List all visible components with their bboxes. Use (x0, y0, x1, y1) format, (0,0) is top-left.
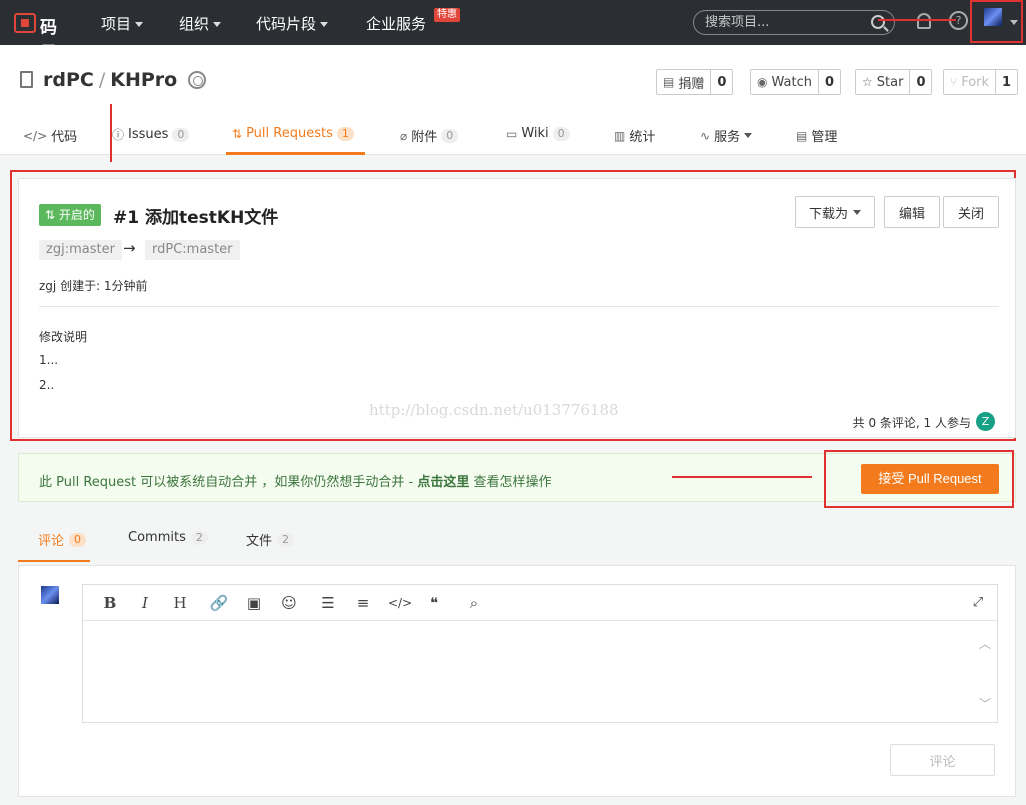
close-pr-button[interactable]: 关闭 (943, 196, 999, 228)
ordered-list-icon[interactable]: ≡ (352, 593, 374, 613)
comment-section: B I H 🔗 ▣ ☺ ☰ ≡ </> ❝ ⌕ ⤢ ︿ ﹀ 评论 (18, 565, 1016, 797)
repo-name-link[interactable]: KHPro (110, 69, 177, 91)
download-button[interactable]: 下载为 (795, 196, 875, 228)
markdown-editor: B I H 🔗 ▣ ☺ ☰ ≡ </> ❝ ⌕ ⤢ ︿ ﹀ (82, 584, 998, 723)
chevron-down-icon (744, 133, 753, 138)
active-tab-indicator (226, 152, 365, 155)
tab-attachments[interactable]: ⌀ 附件 0 (400, 126, 459, 145)
repo-title: rdPC / KHPro (43, 69, 178, 91)
tab-wiki[interactable]: ▭ Wiki 0 (506, 126, 570, 141)
merge-help-link[interactable]: 点击这里 (417, 475, 469, 490)
issue-icon: ⓘ (112, 128, 125, 142)
book-icon: ▭ (506, 126, 518, 141)
quote-icon[interactable]: ❝ (423, 593, 445, 613)
pr-created-info: zgj 创建于: 1分钟前 (39, 279, 148, 293)
fork-icon: ⑂ (950, 75, 958, 89)
chevron-down-icon (853, 209, 861, 215)
italic-icon[interactable]: I (134, 593, 156, 613)
annotation-arrow (672, 476, 812, 478)
annotation-box-avatar (970, 0, 1023, 43)
bell-icon[interactable] (917, 13, 931, 29)
watermark: http://blog.csdn.net/u013776188 (369, 401, 619, 419)
tab-comments[interactable]: 评论 0 (38, 530, 87, 549)
editor-toolbar: B I H 🔗 ▣ ☺ ☰ ≡ </> ❝ ⌕ ⤢ (83, 585, 997, 621)
scroll-down-icon[interactable]: ﹀ (979, 695, 991, 712)
chevron-down-icon (320, 22, 329, 27)
tab-files[interactable]: 文件 2 (246, 530, 295, 549)
comment-summary: 共 0 条评论, 1 人参与 (852, 416, 971, 430)
paperclip-icon: ⌀ (400, 128, 408, 143)
logo-icon (14, 13, 36, 33)
code-icon: </> (23, 128, 48, 143)
tab-settings[interactable]: ▤ 管理 (796, 126, 837, 146)
pr-title: #1 添加testKH文件 (113, 208, 279, 228)
donate-icon: ▤ (663, 75, 675, 89)
target-branch[interactable]: rdPC:master (145, 240, 240, 260)
watch-button[interactable]: ◉ Watch 0 (750, 69, 842, 95)
source-branch[interactable]: zgj:master (39, 240, 122, 260)
bar-chart-icon: ▥ (614, 128, 626, 143)
tab-issues[interactable]: ⓘ Issues 0 (112, 126, 190, 143)
bullet-list-icon[interactable]: ☰ (317, 593, 339, 613)
fork-button[interactable]: ⑂ Fork 1 (943, 69, 1019, 95)
search-box[interactable] (693, 10, 895, 35)
bold-icon[interactable]: B (99, 593, 121, 613)
chevron-down-icon (135, 22, 144, 27)
star-button[interactable]: ☆ Star 0 (855, 69, 933, 95)
top-navbar: 码云 项目 组织 代码片段 企业服务 特惠 ? (0, 0, 1026, 63)
heading-icon[interactable]: H (169, 593, 191, 613)
tab-stats[interactable]: ▥ 统计 (614, 126, 655, 146)
fullscreen-icon[interactable]: ⤢ (967, 593, 989, 613)
divider (39, 306, 999, 307)
tab-code[interactable]: </> 代码 (23, 126, 77, 146)
active-tab-indicator (18, 560, 90, 562)
pull-request-card: ⇅ 开启的 #1 添加testKH文件 下载为 编辑 关闭 zgj:master… (18, 178, 1016, 438)
nav-enterprise[interactable]: 企业服务 (366, 13, 426, 34)
tab-commits[interactable]: Commits 2 (128, 530, 208, 545)
settings-doc-icon: ▤ (796, 128, 808, 143)
edit-button[interactable]: 编辑 (884, 196, 940, 228)
donate-button[interactable]: ▤ 捐赠 0 (656, 69, 734, 95)
nav-organizations[interactable]: 组织 (179, 13, 222, 34)
nav-snippets[interactable]: 代码片段 (256, 13, 329, 34)
tab-services[interactable]: ∿ 服务 (700, 126, 753, 145)
participant-avatar[interactable]: Z (976, 412, 995, 431)
pr-description-line: 2.. (39, 378, 55, 392)
search-icon[interactable]: ⌕ (463, 593, 485, 613)
merge-message: 此 Pull Request 可以被系统自动合并 ，如果你仍然想手动合并 - 点… (39, 475, 552, 490)
annotation-arrow (878, 19, 956, 21)
scroll-up-icon[interactable]: ︿ (979, 635, 991, 652)
code-icon[interactable]: </> (388, 593, 412, 613)
eye-icon: ◉ (757, 75, 768, 89)
repo-header: rdPC / KHPro ▤ 捐赠 0 ◉ Watch 0 ☆ Star 0 ⑂ Fork … (0, 45, 1026, 155)
submit-comment-button[interactable]: 评论 (890, 744, 995, 776)
tab-pull-requests[interactable]: ⇅ Pull Requests 1 (232, 126, 354, 141)
pulse-icon: ∿ (700, 128, 711, 143)
site-logo[interactable]: 码云 (14, 11, 74, 63)
repo-tabs: </> 代码 ⓘ Issues 0 ⇅ Pull Requests 1 ⌀ 附件 0 ▭ Wik… (0, 123, 1026, 155)
star-icon: ☆ (862, 75, 873, 89)
arrow-right-icon: → (123, 239, 136, 257)
annotation-box-accept (824, 450, 1014, 508)
link-icon[interactable]: 🔗 (208, 593, 230, 613)
pr-description-line: 1... (39, 353, 59, 367)
pr-description-line: 修改说明 (39, 330, 88, 344)
search-icon[interactable] (871, 15, 885, 29)
repository-icon (20, 71, 33, 88)
promo-badge: 特惠 (434, 8, 460, 22)
annotation-arrow (110, 104, 112, 162)
avatar (41, 586, 59, 604)
search-input[interactable] (705, 14, 865, 31)
pull-request-icon: ⇅ (232, 126, 243, 141)
nav-projects[interactable]: 项目 (101, 13, 144, 34)
repo-owner-link[interactable]: rdPC (43, 69, 94, 91)
image-icon[interactable]: ▣ (243, 593, 265, 613)
chevron-down-icon (213, 22, 222, 27)
comment-textarea[interactable] (83, 622, 997, 722)
pr-state-badge: ⇅ 开启的 (39, 204, 101, 226)
emoji-icon[interactable]: ☺ (278, 593, 300, 613)
recommend-medal-icon (188, 71, 206, 89)
